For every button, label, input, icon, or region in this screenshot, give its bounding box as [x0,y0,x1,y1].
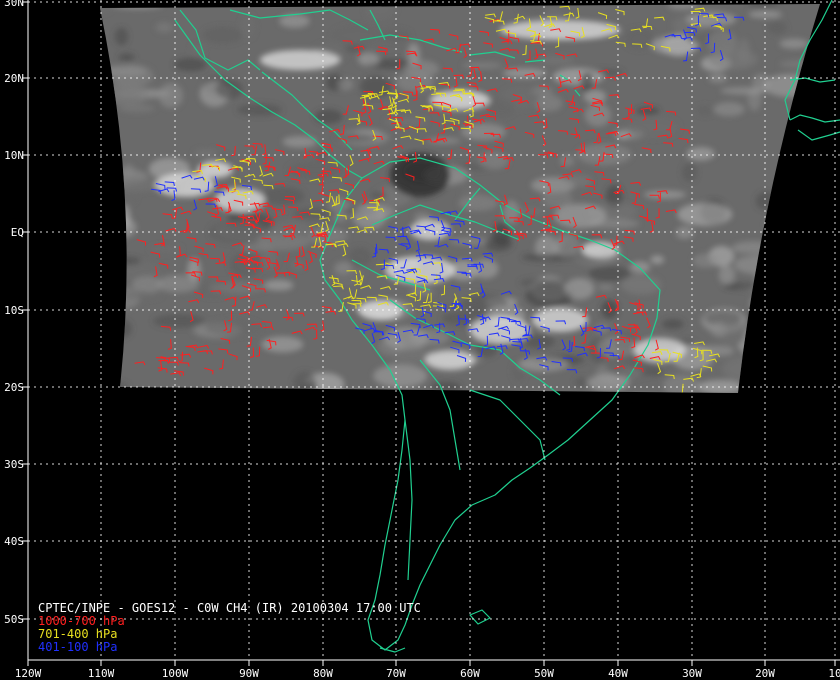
longitude-label: 120W [15,667,42,680]
coastline-segment [789,114,840,123]
latitude-label: 20N [4,72,24,85]
map-canvas: 30N 20N 10N EQ 10S 20S 30S 40S 50S 120W 110W 100W 90… [4,0,840,680]
legend-entry-high: 401-100 hPa [38,640,118,654]
latitude-label: 50S [4,613,24,626]
longitude-label: 90W [239,667,259,680]
longitude-label: 100W [162,667,189,680]
longitude-label: 30W [682,667,702,680]
longitude-label: 60W [460,667,480,680]
coastline-segment [469,389,546,461]
coastline-segment [797,129,840,141]
coastline-segment [404,419,413,581]
latitude-label: 20S [4,381,24,394]
longitude-label: 20W [755,667,775,680]
longitude-label: 80W [313,667,333,680]
map-caption-block: CPTEC/INPE - GOES12 - C0W CH4 (IR) 20100… [38,602,421,654]
longitude-label: 70W [386,667,406,680]
longitude-label: 10 [828,667,840,680]
latitude-label: EQ [11,226,24,239]
latitude-label: 40S [4,535,24,548]
longitude-label: 110W [88,667,115,680]
satellite-wind-map: 30N 20N 10N EQ 10S 20S 30S 40S 50S 120W 110W 100W 90… [0,0,840,680]
latitude-label: 30S [4,458,24,471]
satellite-ir-image [100,4,820,393]
longitude-label: 50W [534,667,554,680]
latitude-label: 30N [4,0,24,9]
latitude-label: 10N [4,149,24,162]
longitude-label: 40W [608,667,628,680]
latitude-label: 10S [4,304,24,317]
coastline-segment [469,609,491,625]
